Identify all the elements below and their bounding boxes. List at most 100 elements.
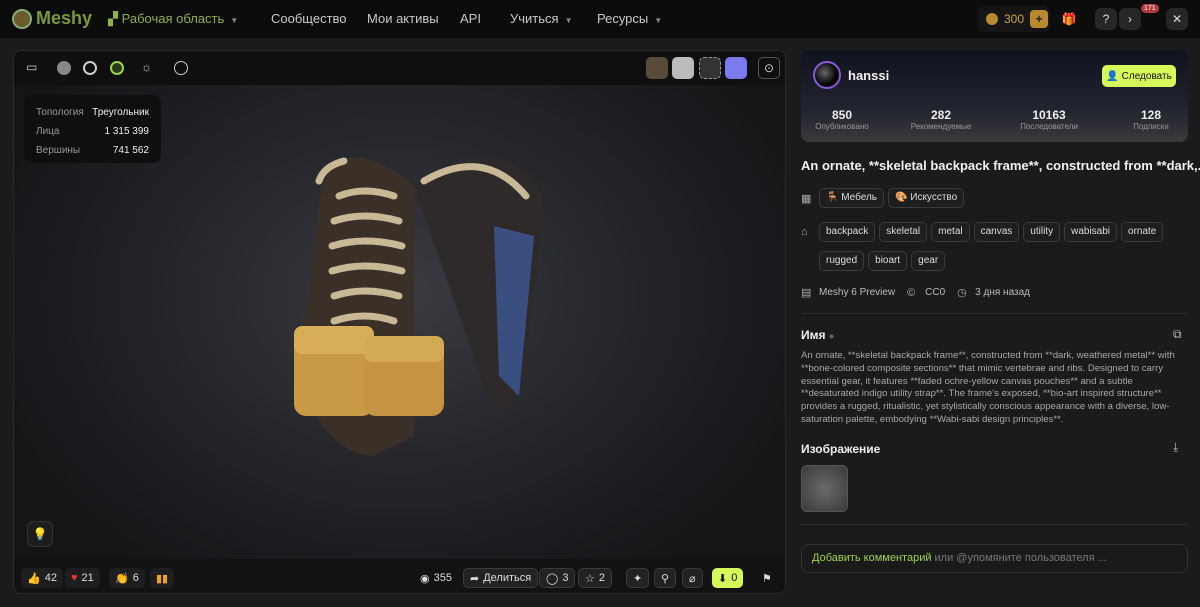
username[interactable]: hanssi xyxy=(848,68,889,83)
texture-swatch-roughness[interactable] xyxy=(672,57,694,79)
chevron-right-icon[interactable]: › xyxy=(1119,8,1141,30)
chevron-down-icon: ▼ xyxy=(230,16,239,25)
name-heading: Имя ● xyxy=(801,328,834,342)
stat-value: Треугольник xyxy=(92,107,149,118)
texture-shading-icon[interactable] xyxy=(110,61,124,75)
rig-icon[interactable]: ⚲ xyxy=(654,568,677,588)
star-icon: ☆ xyxy=(585,572,595,585)
category-icon: ▦ xyxy=(801,192,812,205)
credits: 300 + xyxy=(978,6,1050,32)
add-credits-button[interactable]: + xyxy=(1030,10,1049,28)
comment-input[interactable]: Добавить комментарий или @упомяните поль… xyxy=(801,544,1188,573)
clay-shading-icon[interactable] xyxy=(83,61,97,75)
solid-shading-icon[interactable] xyxy=(57,61,71,75)
star-button[interactable]: ☆ 2 xyxy=(578,568,612,588)
clap-count: 6 xyxy=(132,572,139,584)
nav-learn[interactable]: Учиться ▼ xyxy=(510,11,572,26)
model-viewer[interactable]: ▭ ☼ ⊙ Топология Треугольник Лица 1 315 399… xyxy=(13,50,786,594)
help-icon[interactable]: ? xyxy=(1095,8,1117,30)
lightbulb-icon[interactable]: 💡 xyxy=(27,521,53,547)
notification-badge: 171 xyxy=(1141,4,1159,13)
credits-value: 300 xyxy=(1004,12,1025,26)
category-label: Искусство xyxy=(910,192,958,203)
tag-chip[interactable]: utility xyxy=(1023,222,1061,242)
close-icon[interactable]: ✕ xyxy=(1166,8,1188,30)
stat-label: Подписки xyxy=(1133,122,1169,131)
comment-count: 3 xyxy=(562,572,569,584)
model-title: An ornate, **skeletal backpack frame**, … xyxy=(801,158,1200,173)
stat-value: 741 562 xyxy=(112,145,149,156)
views: ◉ 355 xyxy=(414,568,458,588)
comments-button[interactable]: ◯ 3 xyxy=(539,568,576,588)
star-count: 2 xyxy=(598,572,605,584)
environment-icon[interactable] xyxy=(174,61,188,75)
tag-chip[interactable]: skeletal xyxy=(879,222,928,242)
inspect-icon[interactable]: ⊙ xyxy=(758,57,780,79)
logo[interactable]: Meshy xyxy=(12,8,92,29)
tag-icon: ⌂ xyxy=(801,226,808,238)
stat-number: 282 xyxy=(930,108,952,122)
share-icon: ➦ xyxy=(470,572,480,585)
texture-swatch-normal[interactable] xyxy=(699,57,721,79)
texture-swatch-color[interactable] xyxy=(725,57,747,79)
viewer-action-bar: 👍 42 ♥ 21 👏 6 ▮▮ ◉ 355 ➦ Делиться ◯ 3 ☆ 2 ✦ ⚲ ⌀… xyxy=(14,559,785,593)
nav-community[interactable]: Сообщество xyxy=(271,11,347,26)
heart-button[interactable]: ♥ 21 xyxy=(65,568,100,588)
tag-chip[interactable]: bioart xyxy=(868,251,908,271)
category-label: Мебель xyxy=(841,192,878,203)
created-time: 3 дня назад xyxy=(975,287,1030,298)
nav-api[interactable]: API xyxy=(460,11,481,26)
thumbs-up-icon: 👍 xyxy=(27,572,41,585)
share-label: Делиться xyxy=(483,572,532,584)
nav-assets[interactable]: Мои активы xyxy=(367,11,439,26)
share-button[interactable]: ➦ Делиться xyxy=(463,568,539,588)
remix-icon[interactable]: ⌀ xyxy=(682,568,703,588)
logo-text: Meshy xyxy=(36,8,93,28)
comment-icon: ◯ xyxy=(546,572,559,585)
engine-version: Meshy 6 Preview xyxy=(819,287,896,298)
divider xyxy=(801,313,1188,314)
download-count: 0 xyxy=(731,572,738,584)
stat-published[interactable]: 850 Опубликовано xyxy=(802,108,882,131)
download-icon[interactable]: ⤓ xyxy=(1173,440,1178,455)
divider xyxy=(801,524,1188,525)
gift-icon[interactable]: 🎁 xyxy=(1058,8,1080,30)
copy-icon[interactable]: ⧉ xyxy=(1173,327,1182,342)
flag-icon[interactable]: ⚑ xyxy=(756,568,778,588)
gift-button[interactable]: ▮▮ xyxy=(150,568,175,588)
stat-following[interactable]: 128 Подписки xyxy=(1111,108,1188,131)
light-icon[interactable]: ☼ xyxy=(141,60,152,74)
download-button[interactable]: ⬇ 0 xyxy=(712,568,744,588)
comment-action: Добавить комментарий xyxy=(812,552,932,564)
tag-chip[interactable]: rugged xyxy=(819,251,865,271)
mesh-stats: Топология Треугольник Лица 1 315 399 Верши… xyxy=(24,95,161,163)
user-plus-icon: 👤 xyxy=(1106,70,1119,82)
tag-chip[interactable]: metal xyxy=(931,222,970,242)
like-button[interactable]: 👍 42 xyxy=(21,568,63,588)
stat-followers[interactable]: 10163 Последователи xyxy=(1009,108,1089,131)
category-chip[interactable]: 🪑 Мебель xyxy=(819,188,885,208)
heart-icon: ♥ xyxy=(71,572,78,584)
source-image-thumbnail[interactable] xyxy=(801,465,848,512)
follow-button[interactable]: 👤 Следовать xyxy=(1102,65,1176,87)
clap-button[interactable]: 👏 6 xyxy=(109,568,145,588)
tag-chip[interactable]: wabisabi xyxy=(1064,222,1118,242)
monitor-icon[interactable]: ▭ xyxy=(26,60,37,74)
nav-workspace[interactable]: ▞ Рабочая область ▼ xyxy=(108,11,238,27)
tag-chip[interactable]: backpack xyxy=(819,222,876,242)
texture-swatch-base[interactable] xyxy=(646,57,668,79)
nav-resources-label: Ресурсы xyxy=(597,11,649,26)
sparkle-icon[interactable]: ✦ xyxy=(626,568,650,588)
tag-chip[interactable]: canvas xyxy=(973,222,1020,242)
stat-number: 128 xyxy=(1140,108,1162,122)
tag-chip[interactable]: gear xyxy=(911,251,946,271)
stat-featured[interactable]: 282 Рекомендуемые xyxy=(901,108,981,131)
avatar[interactable] xyxy=(813,61,841,89)
category-chip[interactable]: 🎨 Искусство xyxy=(888,188,965,208)
follow-label: Следовать xyxy=(1121,70,1172,82)
stat-number: 10163 xyxy=(1032,108,1066,122)
nav-resources[interactable]: Ресурсы ▼ xyxy=(597,11,662,26)
nav-learn-label: Учиться xyxy=(510,11,559,26)
tag-chip[interactable]: ornate xyxy=(1121,222,1164,242)
clock-icon: ◷ xyxy=(957,287,967,299)
